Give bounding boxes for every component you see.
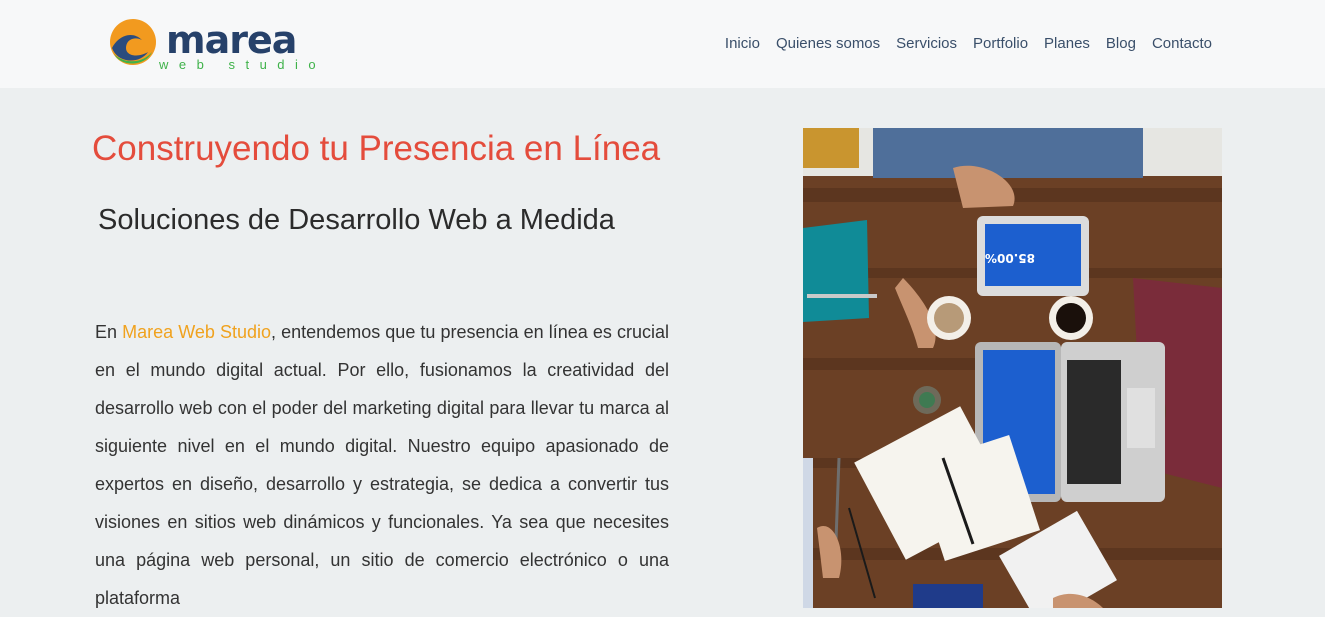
team-meeting-illustration: 85.00% <box>803 128 1222 608</box>
intro-text: , entendemos que tu presencia en línea e… <box>95 322 669 608</box>
brand-name: Marea Web Studio <box>122 322 272 342</box>
nav-servicios[interactable]: Servicios <box>896 34 957 54</box>
intro-paragraph: En Marea Web Studio, entendemos que tu p… <box>95 313 669 617</box>
logo[interactable]: marea web studio <box>108 16 328 76</box>
nav-contacto[interactable]: Contacto <box>1152 34 1212 54</box>
hero-section: Construyendo tu Presencia en Línea Soluc… <box>0 88 1325 608</box>
hero-photo: 85.00% <box>803 128 1222 608</box>
main-nav: Inicio Quienes somos Servicios Portfolio… <box>709 34 1212 54</box>
hero-subtitle: Soluciones de Desarrollo Web a Medida <box>98 204 615 236</box>
nav-blog[interactable]: Blog <box>1106 34 1136 54</box>
nav-inicio[interactable]: Inicio <box>725 34 760 54</box>
nav-portfolio[interactable]: Portfolio <box>973 34 1028 54</box>
site-header: marea web studio Inicio Quienes somos Se… <box>0 0 1325 88</box>
wave-logo-icon <box>110 19 156 65</box>
intro-prefix: En <box>95 322 123 342</box>
nav-planes[interactable]: Planes <box>1044 34 1090 54</box>
logo-wordmark: marea <box>166 18 297 62</box>
tablet-value: 85.00% <box>985 251 1035 265</box>
nav-quienes-somos[interactable]: Quienes somos <box>776 34 880 54</box>
hero-title: Construyendo tu Presencia en Línea <box>92 129 661 168</box>
logo-tagline: web studio <box>159 57 327 72</box>
